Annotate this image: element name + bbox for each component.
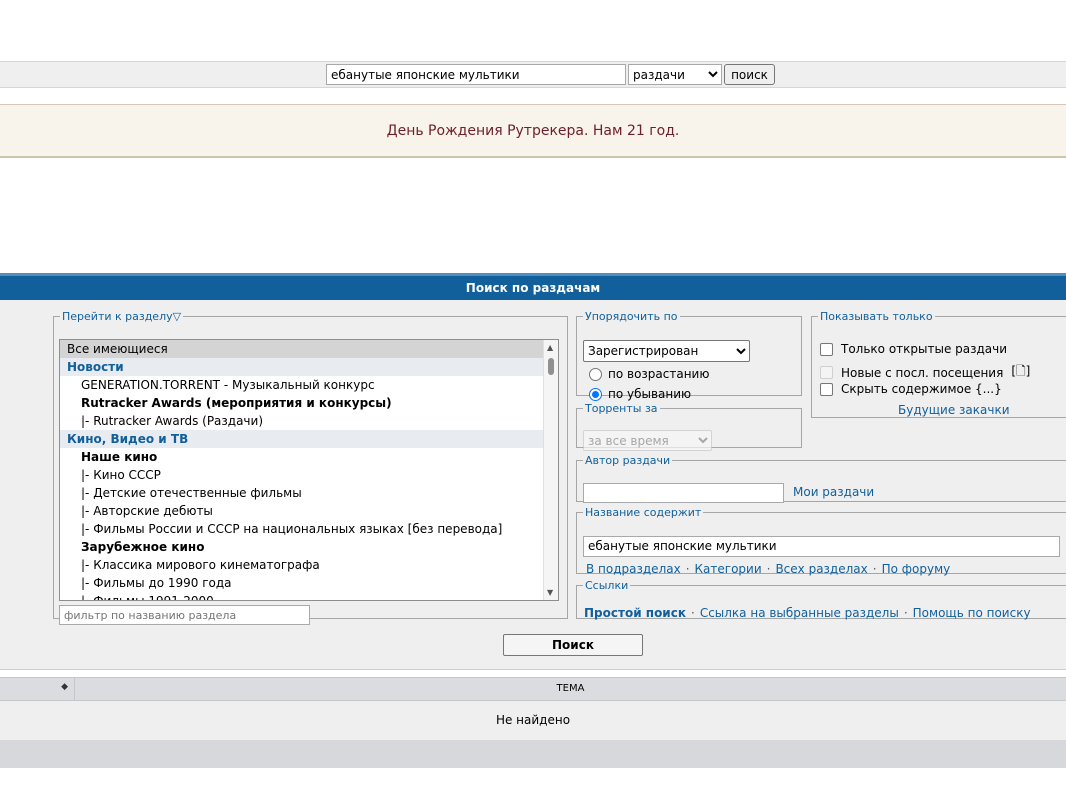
time-range-select: за все время: [583, 430, 712, 451]
forum-legend-label: Перейти к разделу: [62, 310, 173, 323]
forum-option[interactable]: |- Детские отечественные фильмы: [60, 484, 558, 502]
hide-content-checkbox[interactable]: [820, 382, 833, 396]
forum-filter-input[interactable]: [59, 605, 310, 625]
selected-forums-link[interactable]: Ссылка на выбранные разделы: [700, 606, 899, 620]
forum-option[interactable]: |- Фильмы 1991-2000: [60, 592, 558, 600]
links-fieldset: Ссылки Простой поиск · Ссылка на выбранные…: [576, 579, 1066, 620]
sort-desc-label: по убыванию: [608, 387, 692, 401]
sort-asc-option[interactable]: по возрастанию: [589, 367, 709, 381]
top-search-input[interactable]: [326, 64, 626, 85]
new-since-option: Новые с посл. посещения [🗋]: [820, 362, 1030, 383]
search-scope-select[interactable]: раздачи: [628, 64, 722, 85]
links-legend: Ссылки: [585, 579, 629, 592]
my-releases-link[interactable]: Мои раздачи: [793, 485, 874, 499]
title-contains-input[interactable]: ебанутые японские мультики: [583, 536, 1060, 557]
results-table-header: ◆ ТЕМА: [0, 677, 1066, 701]
sort-desc-option[interactable]: по убыванию: [589, 387, 691, 401]
new-since-checkbox: [820, 366, 833, 379]
sort-by-select[interactable]: Зарегистрирован: [583, 340, 750, 362]
no-results-message: Не найдено: [0, 701, 1066, 740]
show-only-fieldset: Показывать только Только открытые раздач…: [811, 310, 1066, 418]
forum-option[interactable]: |- Фильмы до 1990 года: [60, 574, 558, 592]
new-topic-icon: [🗋]: [1011, 364, 1031, 378]
forum-fieldset: Перейти к разделу▽ Все имеющиеся Новости G…: [53, 310, 568, 625]
expand-triangle-icon[interactable]: ▽: [173, 310, 181, 323]
show-only-legend: Показывать только: [820, 310, 933, 323]
new-since-label: Новые с посл. посещения: [841, 365, 1004, 380]
separator-dot: ·: [872, 562, 877, 576]
announcement-banner: День Рождения Рутрекера. Нам 21 год.: [0, 104, 1066, 158]
scroll-down-arrow-icon[interactable]: ▼: [547, 588, 553, 597]
by-forum-link[interactable]: По форуму: [882, 562, 951, 576]
separator-dot: ·: [685, 562, 690, 576]
in-subforums-link[interactable]: В подразделах: [586, 562, 681, 576]
sort-column-header[interactable]: ◆: [0, 678, 75, 700]
search-panel: Перейти к разделу▽ Все имеющиеся Новости G…: [0, 300, 1066, 670]
forum-legend[interactable]: Перейти к разделу▽: [60, 310, 183, 323]
sort-arrows-icon[interactable]: ◆: [61, 682, 68, 692]
open-only-option[interactable]: Только открытые раздачи: [820, 342, 1007, 356]
title-scope-links: В подразделах · Категории · Всех разделах · По…: [586, 562, 950, 576]
scroll-thumb[interactable]: [548, 358, 554, 375]
results-table-footer: [0, 740, 1066, 768]
author-legend: Автор раздачи: [585, 454, 671, 467]
forum-option[interactable]: Кино, Видео и ТВ: [60, 430, 558, 448]
author-input[interactable]: [583, 483, 784, 503]
scroll-up-arrow-icon[interactable]: ▲: [547, 343, 553, 352]
forum-option[interactable]: Зарубежное кино: [60, 538, 558, 556]
title-fieldset: Название содержит ебанутые японские муль…: [576, 506, 1066, 576]
search-help-link[interactable]: Помощь по поиску: [913, 606, 1031, 620]
title-legend: Название содержит: [585, 506, 702, 519]
separator-dot: ·: [903, 606, 908, 620]
future-downloads-link[interactable]: Будущие закачки: [898, 403, 1010, 417]
forum-option[interactable]: GENERATION.TORRENT - Музыкальный конкурс: [60, 376, 558, 394]
author-fieldset: Автор раздачи Мои раздачи: [576, 454, 1066, 503]
separator-dot: ·: [766, 562, 771, 576]
all-forums-link[interactable]: Всех разделах: [775, 562, 867, 576]
forum-select-list[interactable]: Все имеющиеся Новости GENERATION.TORRENT -…: [59, 339, 559, 601]
forum-option[interactable]: |- Классика мирового кинематографа: [60, 556, 558, 574]
forum-option[interactable]: Все имеющиеся: [60, 340, 558, 358]
forum-option[interactable]: Наше кино: [60, 448, 558, 466]
topic-column-header[interactable]: ТЕМА: [75, 678, 1066, 700]
categories-link[interactable]: Категории: [695, 562, 762, 576]
search-submit-button[interactable]: Поиск: [503, 634, 643, 656]
simple-search-link[interactable]: Простой поиск: [584, 606, 686, 620]
sort-legend: Упорядочить по: [585, 310, 678, 323]
forum-option[interactable]: |- Фильмы России и СССР на национальных …: [60, 520, 558, 538]
links-row: Простой поиск · Ссылка на выбранные раздел…: [584, 606, 1031, 620]
forum-list-scrollbar[interactable]: ▲ ▼: [543, 340, 558, 600]
sort-fieldset: Упорядочить по Зарегистрирован по возрас…: [576, 310, 802, 401]
open-only-checkbox[interactable]: [820, 342, 833, 356]
forum-option[interactable]: Новости: [60, 358, 558, 376]
forum-option[interactable]: |- Авторские дебюты: [60, 502, 558, 520]
time-legend: Торренты за: [585, 402, 658, 415]
open-only-label: Только открытые раздачи: [841, 342, 1008, 356]
search-panel-title: Поиск по раздачам: [0, 273, 1066, 300]
time-fieldset: Торренты за за все время: [576, 402, 802, 451]
forum-option[interactable]: |- Кино СССР: [60, 466, 558, 484]
sort-asc-label: по возрастанию: [608, 367, 710, 381]
forum-option[interactable]: Rutracker Awards (мероприятия и конкурсы…: [60, 394, 558, 412]
top-search-button[interactable]: поиск: [724, 64, 775, 85]
hide-content-label: Скрыть содержимое {...}: [841, 382, 1002, 396]
hide-content-option[interactable]: Скрыть содержимое {...}: [820, 382, 1002, 396]
separator-dot: ·: [690, 606, 695, 620]
forum-option[interactable]: |- Rutracker Awards (Раздачи): [60, 412, 558, 430]
sort-desc-radio[interactable]: [589, 387, 602, 401]
top-search-bar: раздачи поиск: [0, 61, 1066, 88]
sort-asc-radio[interactable]: [589, 367, 602, 381]
